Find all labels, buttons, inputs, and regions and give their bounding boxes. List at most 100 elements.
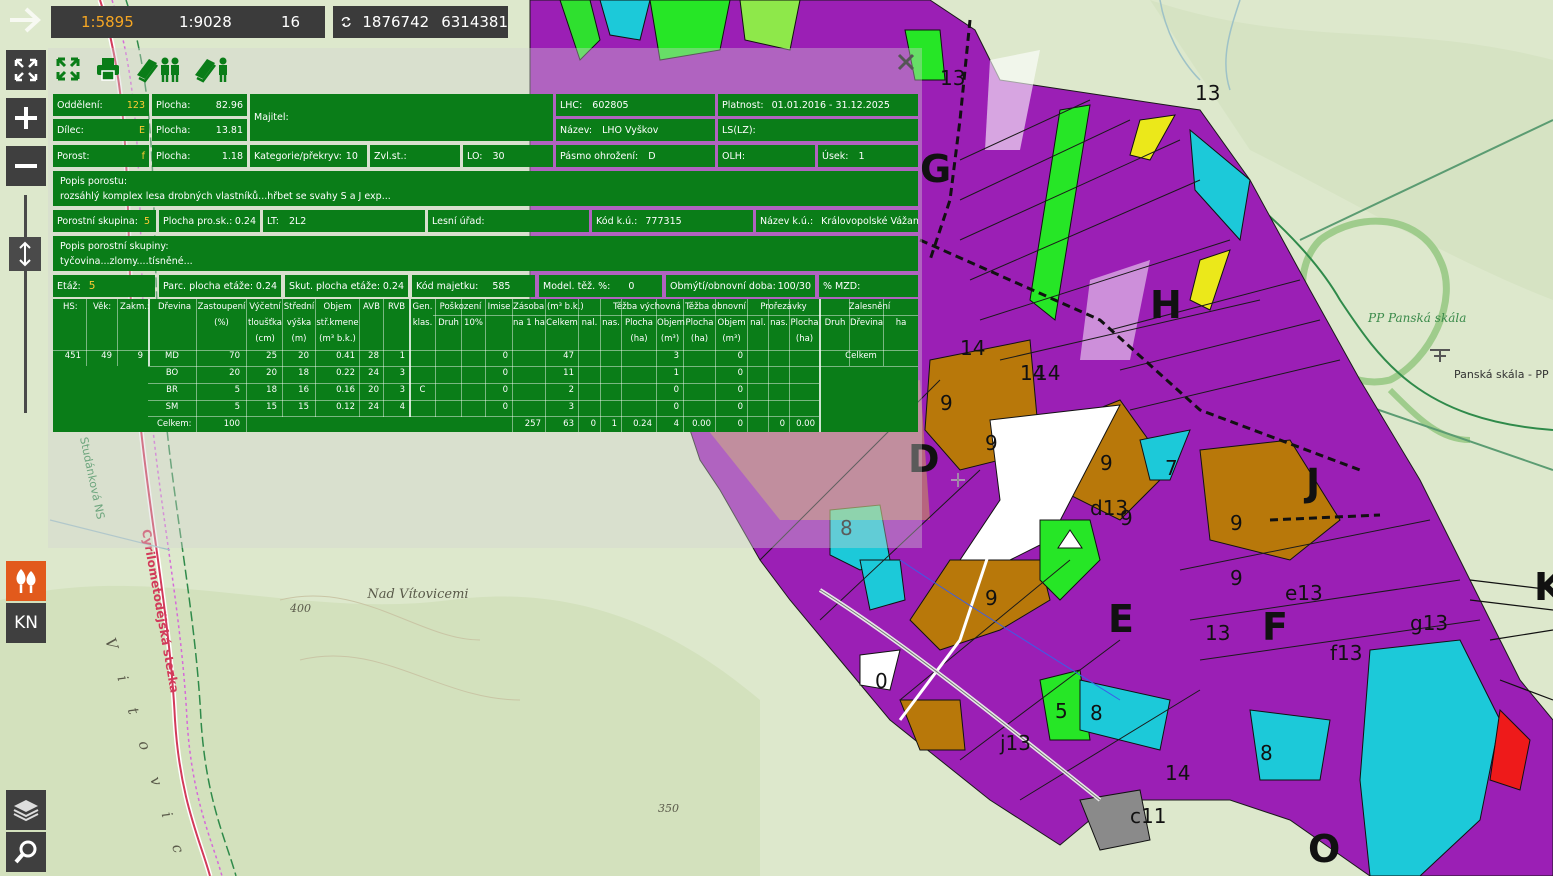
scale-current[interactable]: 1:5895 <box>81 13 134 31</box>
cell-g: C <box>419 385 426 395</box>
coordinate-bar: 1876742 6314381 <box>333 6 508 38</box>
svg-text:O: O <box>1308 827 1340 871</box>
svg-text:9: 9 <box>1100 451 1113 475</box>
cell-i: 0 <box>502 402 508 412</box>
coord-y: 6314381 <box>441 13 508 31</box>
svg-text:9: 9 <box>985 586 998 610</box>
th-to-m3: (m³) <box>722 334 741 344</box>
lo-field: LO: 30 <box>463 145 553 167</box>
th-tv-m3: (m³) <box>660 334 680 344</box>
back-arrow-button[interactable] <box>4 0 46 40</box>
cell-r: 4 <box>399 402 405 412</box>
forest-layer-button[interactable] <box>6 561 46 601</box>
svg-text:f13: f13 <box>1330 641 1363 665</box>
cell-tobj: 1 <box>673 368 679 378</box>
plocha-oddeleni-field: Plocha: 82.96 <box>152 94 247 116</box>
th-celkem: Celkem <box>546 318 578 328</box>
fullscreen-button[interactable] <box>6 50 46 90</box>
total-label: Celkem: <box>157 419 192 429</box>
th-tv-objem: Objem <box>657 318 685 328</box>
cell-a: 24 <box>368 402 379 412</box>
svg-text:13: 13 <box>1205 621 1230 645</box>
close-icon <box>897 53 915 71</box>
fullscreen-panel-button[interactable] <box>51 52 85 86</box>
search-button[interactable] <box>6 832 46 872</box>
svg-text:E: E <box>1108 597 1134 641</box>
cell-z: 5 <box>234 385 240 395</box>
svg-text:9: 9 <box>1230 511 1243 535</box>
th-vycetni-unit: (cm) <box>255 334 275 344</box>
th-hs: HS: <box>63 302 78 312</box>
th-gen: Gen. <box>412 302 433 312</box>
popis-skupiny-field: Popis porostní skupiny: tyčovina...zlomy… <box>53 236 918 271</box>
parc-plocha-field: Parc. plocha etáže: 0.24 <box>159 275 281 297</box>
zoom-slider-track[interactable] <box>24 195 27 413</box>
refresh-coordinates-icon[interactable] <box>340 11 352 33</box>
print-button[interactable] <box>91 52 125 86</box>
th-to-plocha: Plocha <box>685 318 714 328</box>
svg-text:9: 9 <box>1230 566 1243 590</box>
th-pro-ha: (ha) <box>795 334 814 344</box>
zoom-level: 16 <box>281 13 301 31</box>
svg-text:8: 8 <box>1090 701 1103 725</box>
cell-r: 3 <box>399 385 405 395</box>
svg-text:8: 8 <box>1260 741 1273 765</box>
cell-z: 70 <box>229 351 240 361</box>
svg-text:H: H <box>1150 283 1182 327</box>
cell-i: 0 <box>502 385 508 395</box>
th-rvb: RVB <box>387 302 406 312</box>
zoom-in-button[interactable] <box>6 98 46 138</box>
svg-text:G: G <box>920 147 951 191</box>
cell-r: 3 <box>399 368 405 378</box>
th-vek: Věk: <box>93 302 112 312</box>
svg-text:F: F <box>1262 605 1288 649</box>
th-drevina: Dřevina <box>158 302 192 312</box>
book-people-button[interactable] <box>134 52 184 86</box>
cell-d: BO <box>165 368 179 378</box>
svg-text:350: 350 <box>658 802 679 815</box>
close-panel-button[interactable] <box>895 52 919 74</box>
cell-i: 0 <box>502 368 508 378</box>
plus-icon <box>15 107 37 129</box>
svg-text:5: 5 <box>1055 699 1068 723</box>
svg-text:7: 7 <box>1165 456 1178 480</box>
th-to-ha: (ha) <box>690 334 709 344</box>
th-poskozeni: Poškození <box>439 302 482 312</box>
th-pro-nal: nal. <box>750 318 766 328</box>
layers-button[interactable] <box>6 790 46 830</box>
th-vycetni-2: tloušťka <box>247 318 283 328</box>
book-person-button[interactable] <box>193 52 233 86</box>
zoom-slider-handle[interactable] <box>9 237 41 271</box>
th-zal-drevina: Dřevina <box>850 318 884 328</box>
plocha-porost-field: Plocha: 1.18 <box>152 145 247 167</box>
svg-text:14: 14 <box>960 336 985 360</box>
cell-o: 0.22 <box>336 368 355 378</box>
svg-text:d13: d13 <box>1090 496 1128 520</box>
cell-o: 0.12 <box>336 402 355 412</box>
majitel-field: Majitel: <box>250 94 553 141</box>
th-tezba-obnovni: Těžba obnovní <box>685 302 746 312</box>
cell-v: 18 <box>266 385 277 395</box>
nazev-ku-field: Název k.ú.: Královopolské Vážany <box>756 210 918 232</box>
th-imise: Imise <box>487 302 511 312</box>
cell-tobj: 0 <box>673 385 679 395</box>
th-pro-plocha: Plocha <box>790 318 819 328</box>
crosshair-cursor-icon <box>951 473 965 487</box>
total-tv-plocha: 0.24 <box>633 419 652 429</box>
th-gen-2: klas. <box>412 318 433 328</box>
svg-text:PP Panská skála: PP Panská skála <box>1367 311 1466 325</box>
expand-arrows-icon <box>14 58 38 82</box>
printer-icon <box>97 58 119 81</box>
th-vycetni: Výčetní <box>249 302 281 312</box>
cell-d: MD <box>165 351 179 361</box>
total-to-plocha: 0.00 <box>692 419 711 429</box>
cadastre-label: KN <box>14 613 38 633</box>
th-druh: Druh <box>438 318 459 328</box>
kod-ku-field: Kód k.ú.: 777315 <box>592 210 753 232</box>
cadastre-button[interactable]: KN <box>6 603 46 643</box>
th-tv-ha: (ha) <box>630 334 648 344</box>
svg-text:j13: j13 <box>999 731 1031 755</box>
zoom-out-button[interactable] <box>6 146 46 186</box>
cell-c: 3 <box>568 402 574 412</box>
th-avb: AVB <box>363 302 380 312</box>
